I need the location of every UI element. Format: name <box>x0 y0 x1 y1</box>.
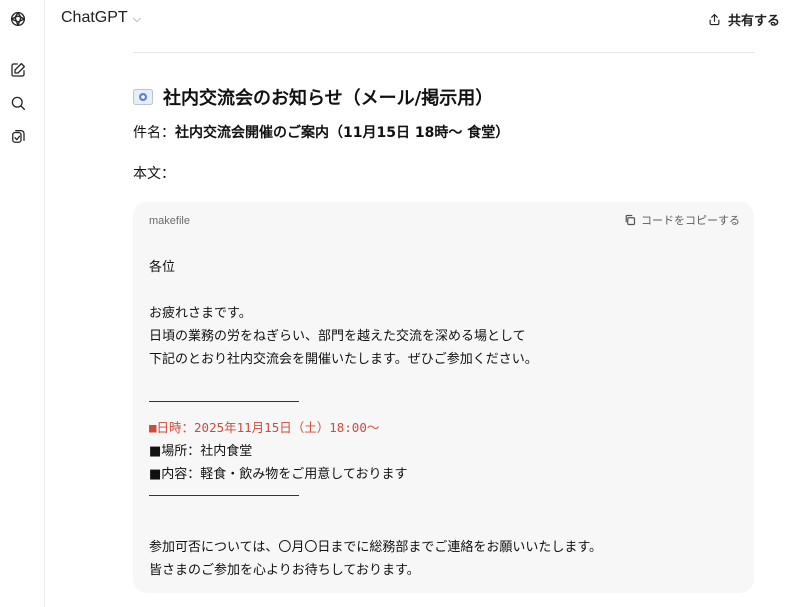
share-button[interactable]: 共有する <box>707 10 780 29</box>
code-line-intro-2: 日頃の業務の労をねぎらい、部門を越えた交流を深める場として <box>149 329 526 344</box>
code-line-greeting: 各位 <box>149 260 176 275</box>
divider <box>133 52 754 53</box>
code-line-datetime: ■日時：2025年11月15日（土）18:00〜 <box>149 420 380 435</box>
code-line-intro-3: 下記のとおり社内交流会を開催いたします。ぜひご参加ください。 <box>149 352 538 367</box>
body-label: 本文： <box>133 166 175 182</box>
code-line-intro-1: お疲れさまです。 <box>149 306 252 321</box>
copy-code-button[interactable]: コードをコピーする <box>624 212 740 228</box>
model-selector[interactable]: ChatGPT ⌵ <box>61 9 141 27</box>
share-label: 共有する <box>727 14 780 29</box>
message-heading: 社内交流会のお知らせ（メール/掲示用） <box>133 84 493 110</box>
code-line-closing-2: 皆さまのご参加を心よりお待ちしております。 <box>149 563 420 578</box>
code-block: makefile コードをコピーする 各位 お疲れさまです。 日頃の業務の労をね… <box>133 202 754 593</box>
code-language-label: makefile <box>149 215 190 227</box>
chevron-down-icon: ⌵ <box>132 12 142 25</box>
code-line-location: ■場所：社内食堂 <box>149 444 253 459</box>
sidebar-rail <box>0 0 45 607</box>
edit-icon[interactable] <box>8 60 28 80</box>
code-line-closing-1: 参加可否については、〇月〇日までに総務部までご連絡をお願いいたします。 <box>149 540 603 555</box>
copy-icon <box>625 214 636 226</box>
subject-line: 件名：社内交流会開催のご案内（11月15日 18時〜 食堂） <box>133 122 509 142</box>
subject-prefix: 件名： <box>133 125 175 141</box>
library-icon[interactable] <box>8 127 28 147</box>
model-label: ChatGPT <box>61 9 128 26</box>
openai-logo-icon[interactable] <box>8 9 28 29</box>
share-icon <box>709 13 720 26</box>
search-icon[interactable] <box>8 93 28 113</box>
copy-label: コードをコピーする <box>641 214 740 227</box>
envelope-icon <box>133 89 153 105</box>
top-bar: ChatGPT ⌵ 共有する <box>44 0 800 38</box>
subject-value: 社内交流会開催のご案内（11月15日 18時〜 食堂） <box>175 125 510 141</box>
heading-text: 社内交流会のお知らせ（メール/掲示用） <box>163 88 494 109</box>
code-line-content: ■内容：軽食・飲み物をご用意しております <box>149 467 408 482</box>
separator-line <box>149 401 299 402</box>
separator-line <box>149 495 299 496</box>
